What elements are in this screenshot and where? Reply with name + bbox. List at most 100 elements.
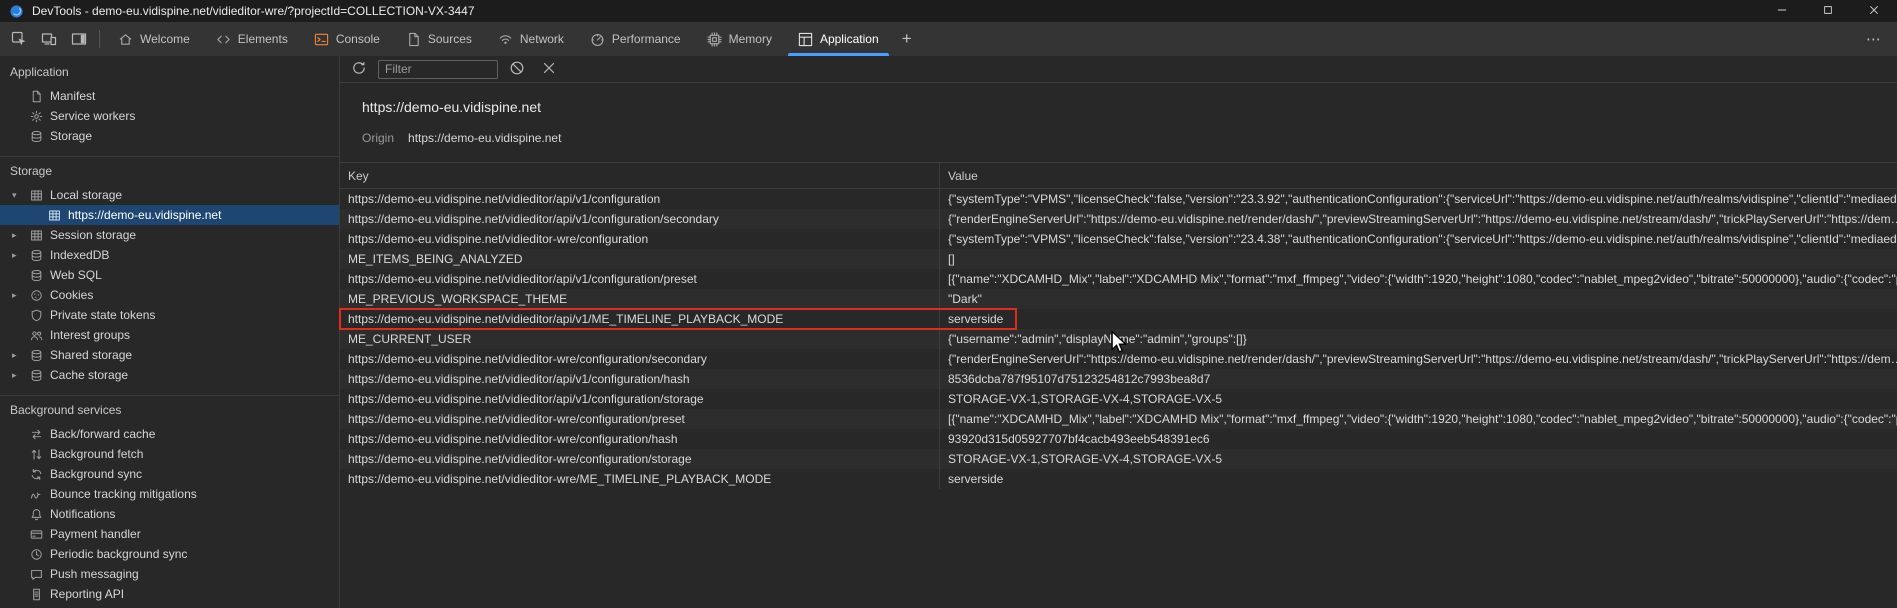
sidebar-item-bounce-tracking-mitigations[interactable]: Bounce tracking mitigations [0,484,339,504]
value-cell[interactable]: [{"name":"XDCAMHD_Mix","label":"XDCAMHD … [940,409,1897,429]
storage-table-row[interactable]: https://demo-eu.vidispine.net/vidieditor… [340,349,1897,369]
clear-all-button[interactable] [504,57,530,81]
customize-devtools-button[interactable]: ⋯ [1857,26,1891,52]
storage-table-row[interactable]: https://demo-eu.vidispine.net/vidieditor… [340,369,1897,389]
key-column-header[interactable]: Key [340,163,940,188]
sidebar-item-back-forward-cache[interactable]: Back/forward cache [0,424,339,444]
tab-application[interactable]: Application [785,22,892,56]
value-cell[interactable]: {"renderEngineServerUrl":"https://demo-e… [940,209,1897,229]
tab-network[interactable]: Network [485,22,577,56]
value-cell[interactable]: STORAGE-VX-1,STORAGE-VX-4,STORAGE-VX-5 [940,449,1897,469]
sidebar-item-interest-groups[interactable]: Interest groups [0,325,339,345]
value-cell[interactable]: [{"name":"XDCAMHD_Mix","label":"XDCAMHD … [940,269,1897,289]
sidebar-item-notifications[interactable]: Notifications [0,504,339,524]
value-cell[interactable]: {"renderEngineServerUrl":"https://demo-e… [940,349,1897,369]
value-cell[interactable]: 8536dcba787f95107d75123254812c7993bea8d7 [940,369,1897,389]
storage-table-row[interactable]: ME_PREVIOUS_WORKSPACE_THEME"Dark" [340,289,1897,309]
device-toolbar-icon[interactable] [34,26,64,52]
delete-selected-button[interactable] [536,57,562,81]
storage-table-row[interactable]: https://demo-eu.vidispine.net/vidieditor… [340,389,1897,409]
sidebar-item-background-sync[interactable]: Background sync [0,464,339,484]
chevron-right-icon[interactable]: ▸ [12,365,17,385]
sidebar-item-service-workers[interactable]: Service workers [0,106,339,126]
sidebar-section-header[interactable]: Background services [0,396,339,424]
sidebar-item-cookies[interactable]: ▸Cookies [0,285,339,305]
sidebar-item-storage[interactable]: Storage [0,126,339,146]
table-icon [30,189,43,202]
sidebar-item-indexeddb[interactable]: ▸IndexedDB [0,245,339,265]
tab-console[interactable]: Console [301,22,393,56]
value-cell[interactable]: {"systemType":"VPMS","licenseCheck":fals… [940,229,1897,249]
sidebar-item-manifest[interactable]: Manifest [0,86,339,106]
value-cell[interactable]: serverside [940,469,1897,489]
tab-sources[interactable]: Sources [393,22,485,56]
value-cell[interactable]: {"systemType":"VPMS","licenseCheck":fals… [940,189,1897,209]
storage-table-row[interactable]: https://demo-eu.vidispine.net/vidieditor… [340,409,1897,429]
key-cell[interactable]: ME_ITEMS_BEING_ANALYZED [340,249,940,269]
maximize-button[interactable] [1805,0,1851,22]
close-button[interactable] [1851,0,1897,22]
minimize-button[interactable] [1759,0,1805,22]
storage-table-row[interactable]: ME_CURRENT_USER{"username":"admin","disp… [340,329,1897,349]
sidebar-item-web-sql[interactable]: Web SQL [0,265,339,285]
dock-side-icon[interactable] [64,26,94,52]
key-cell[interactable]: https://demo-eu.vidispine.net/vidieditor… [340,449,940,469]
key-cell[interactable]: https://demo-eu.vidispine.net/vidieditor… [340,469,940,489]
value-cell[interactable]: "Dark" [940,289,1897,309]
key-cell[interactable]: ME_CURRENT_USER [340,329,940,349]
value-cell[interactable]: serverside [940,309,1897,329]
more-tabs-button[interactable]: + [892,26,922,52]
value-cell[interactable]: [] [940,249,1897,269]
storage-table-row[interactable]: https://demo-eu.vidispine.net/vidieditor… [340,449,1897,469]
tab-elements[interactable]: Elements [203,22,301,56]
sidebar-item-payment-handler[interactable]: Payment handler [0,524,339,544]
key-cell[interactable]: https://demo-eu.vidispine.net/vidieditor… [340,429,940,449]
tab-memory[interactable]: Memory [694,22,785,56]
tab-performance[interactable]: Performance [577,22,694,56]
sidebar-item-periodic-background-sync[interactable]: Periodic background sync [0,544,339,564]
key-cell[interactable]: https://demo-eu.vidispine.net/vidieditor… [340,309,940,329]
storage-table-row[interactable]: https://demo-eu.vidispine.net/vidieditor… [340,209,1897,229]
sidebar-item-background-fetch[interactable]: Background fetch [0,444,339,464]
sidebar-item-reporting-api[interactable]: Reporting API [0,584,339,604]
key-cell[interactable]: https://demo-eu.vidispine.net/vidieditor… [340,349,940,369]
storage-table-row[interactable]: https://demo-eu.vidispine.net/vidieditor… [340,269,1897,289]
filter-input[interactable] [378,60,498,79]
sidebar-item-cache-storage[interactable]: ▸Cache storage [0,365,339,385]
key-cell[interactable]: https://demo-eu.vidispine.net/vidieditor… [340,209,940,229]
sidebar-item-private-state-tokens[interactable]: Private state tokens [0,305,339,325]
storage-table-row[interactable]: https://demo-eu.vidispine.net/vidieditor… [340,469,1897,489]
key-cell[interactable]: https://demo-eu.vidispine.net/vidieditor… [340,409,940,429]
chevron-right-icon[interactable]: ▸ [12,245,17,265]
chevron-down-icon[interactable]: ▾ [12,185,17,205]
chevron-right-icon[interactable]: ▸ [12,285,17,305]
chevron-right-icon[interactable]: ▸ [12,345,17,365]
sidebar-item-push-messaging[interactable]: Push messaging [0,564,339,584]
storage-table-row[interactable]: ME_ITEMS_BEING_ANALYZED[] [340,249,1897,269]
tab-welcome[interactable]: Welcome [105,22,203,56]
inspect-icon[interactable] [4,26,34,52]
key-cell[interactable]: https://demo-eu.vidispine.net/vidieditor… [340,189,940,209]
value-column-header[interactable]: Value [940,163,1897,188]
refresh-button[interactable] [346,57,372,81]
application-sidebar: ApplicationManifestService workersStorag… [0,56,340,608]
storage-table-row[interactable]: https://demo-eu.vidispine.net/vidieditor… [340,189,1897,209]
storage-table-row-highlighted[interactable]: https://demo-eu.vidispine.net/vidieditor… [340,309,1897,329]
sidebar-item-https-demo-eu-vidispine-net[interactable]: https://demo-eu.vidispine.net [0,205,339,225]
storage-table-row[interactable]: https://demo-eu.vidispine.net/vidieditor… [340,229,1897,249]
value-cell[interactable]: 93920d315d05927707bf4cacb493eeb548391ec6 [940,429,1897,449]
key-cell[interactable]: https://demo-eu.vidispine.net/vidieditor… [340,269,940,289]
value-cell[interactable]: {"username":"admin","displayName":"admin… [940,329,1897,349]
sidebar-item-shared-storage[interactable]: ▸Shared storage [0,345,339,365]
sidebar-section-header[interactable]: Application [0,58,339,86]
key-cell[interactable]: https://demo-eu.vidispine.net/vidieditor… [340,389,940,409]
chevron-right-icon[interactable]: ▸ [12,225,17,245]
sidebar-item-local-storage[interactable]: ▾Local storage [0,185,339,205]
key-cell[interactable]: ME_PREVIOUS_WORKSPACE_THEME [340,289,940,309]
sidebar-section-header[interactable]: Storage [0,157,339,185]
key-cell[interactable]: https://demo-eu.vidispine.net/vidieditor… [340,369,940,389]
value-cell[interactable]: STORAGE-VX-1,STORAGE-VX-4,STORAGE-VX-5 [940,389,1897,409]
key-cell[interactable]: https://demo-eu.vidispine.net/vidieditor… [340,229,940,249]
sidebar-item-session-storage[interactable]: ▸Session storage [0,225,339,245]
storage-table-row[interactable]: https://demo-eu.vidispine.net/vidieditor… [340,429,1897,449]
